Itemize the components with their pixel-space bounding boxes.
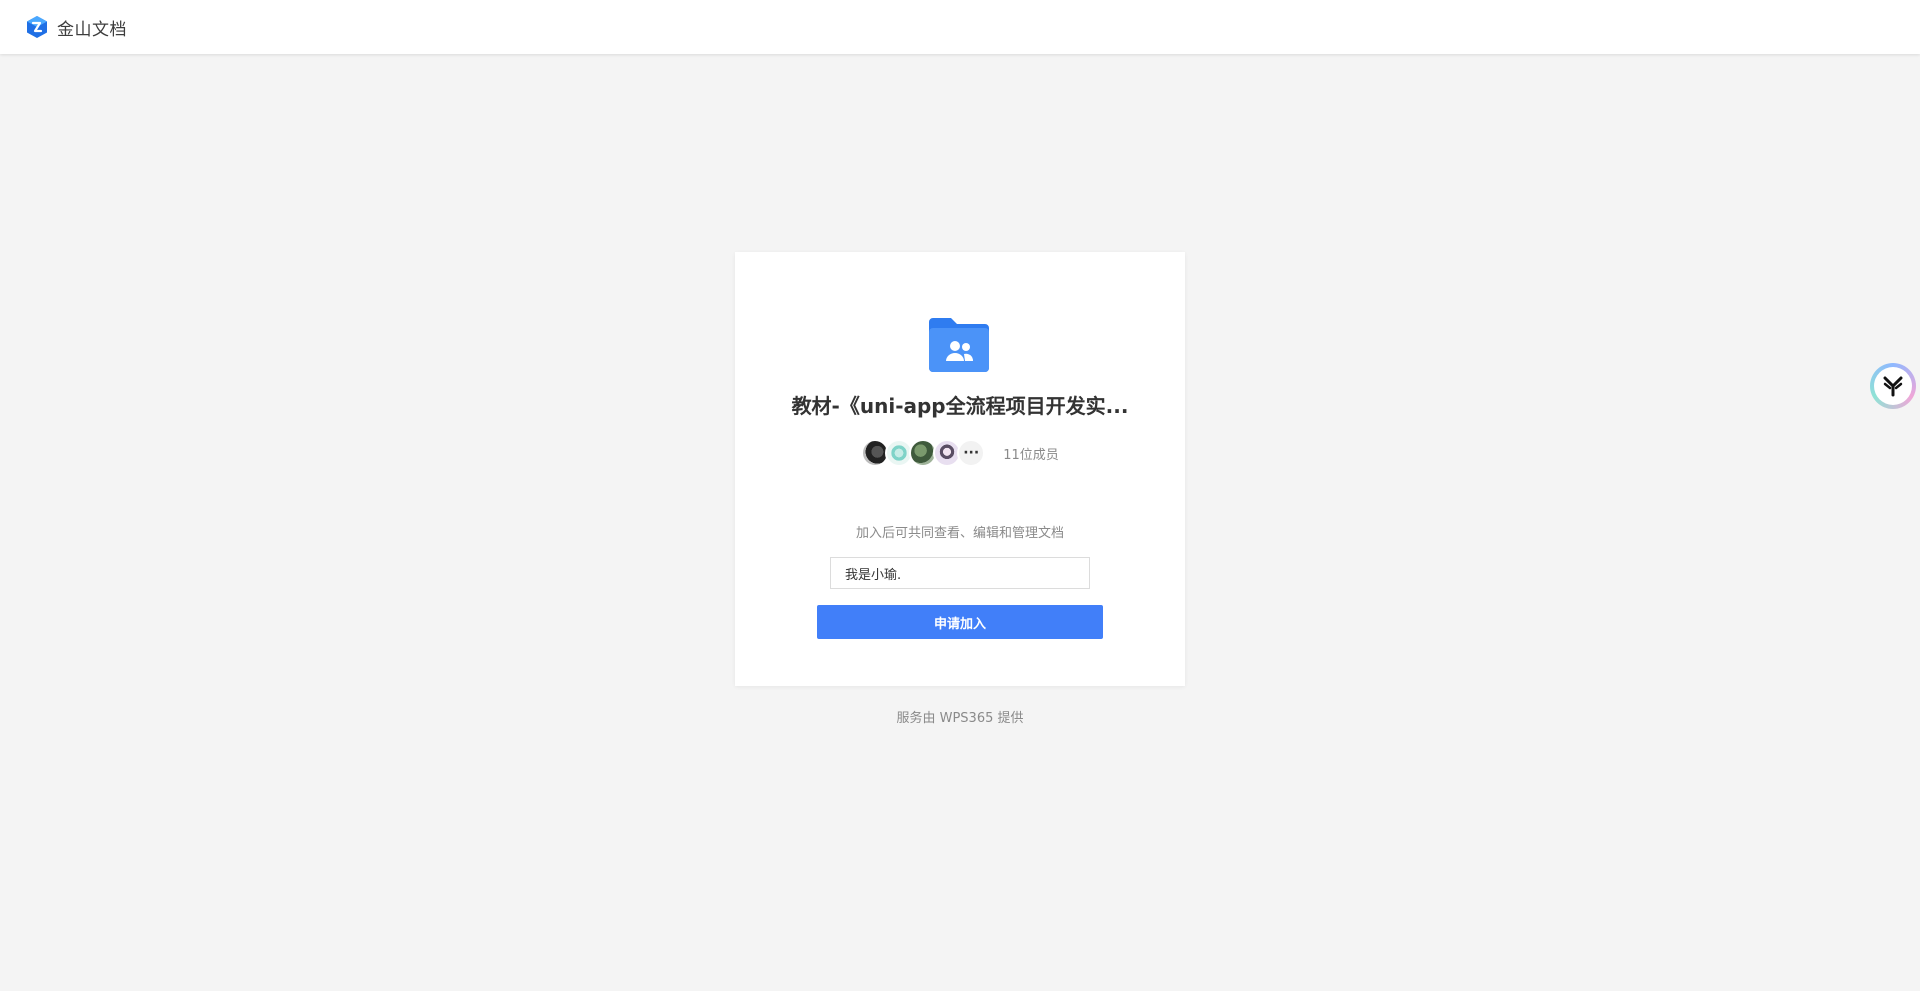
join-hint: 加入后可共同查看、编辑和管理文档: [855, 526, 1064, 541]
service-provider-note: 服务由 WPS365 提供: [896, 711, 1024, 726]
folder-title: 教材-《uni-app全流程项目开发实...: [791, 394, 1129, 418]
apply-join-button[interactable]: 申请加入: [817, 605, 1103, 639]
kingsoft-docs-logo-icon: [27, 16, 47, 38]
shared-folder-icon: [929, 318, 989, 372]
members-row: ··· 11位成员: [735, 438, 1185, 468]
brand-name: 金山文档: [57, 19, 127, 40]
top-bar: 金山文档: [0, 0, 1920, 54]
join-folder-card: 教材-《uni-app全流程项目开发实... ··· 11位成员 加入后可共同查…: [735, 252, 1185, 686]
member-count: 11位成员: [1003, 447, 1059, 463]
brand-link[interactable]: 金山文档: [25, 15, 127, 40]
ai-assistant-icon: [1883, 376, 1903, 397]
floating-assistant-button[interactable]: [1870, 363, 1916, 409]
join-message-input[interactable]: [830, 557, 1090, 589]
more-members-button[interactable]: ···: [957, 439, 986, 467]
member-avatars[interactable]: ···: [861, 439, 986, 467]
